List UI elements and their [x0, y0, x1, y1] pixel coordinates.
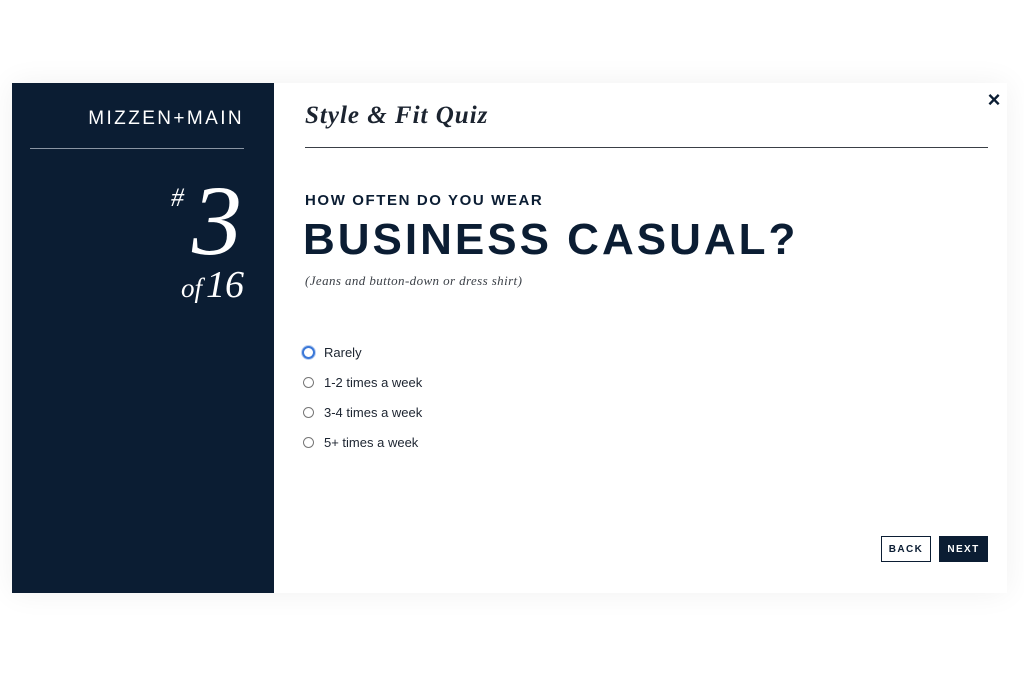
question-heading: BUSINESS CASUAL? [303, 215, 799, 264]
radio-button[interactable] [303, 376, 314, 388]
sidebar: MIZZEN+MAIN # 3 of 16 [12, 83, 274, 593]
option-label: Rarely [324, 344, 362, 360]
quiz-modal: MIZZEN+MAIN # 3 of 16 Style & Fit Quiz ×… [12, 83, 1007, 593]
option-1-2-times[interactable]: 1-2 times a week [303, 367, 422, 397]
title-divider [305, 147, 988, 148]
question-kicker: HOW OFTEN DO YOU WEAR [305, 192, 544, 209]
close-icon[interactable]: × [983, 87, 1005, 112]
quiz-content: Style & Fit Quiz × HOW OFTEN DO YOU WEAR… [274, 83, 1007, 593]
option-label: 1-2 times a week [324, 374, 423, 390]
option-5-plus-times[interactable]: 5+ times a week [303, 427, 422, 457]
progress-hash: # [171, 183, 184, 212]
option-rarely[interactable]: Rarely [302, 337, 422, 367]
progress-total-number: 16 [206, 264, 244, 306]
radio-button[interactable] [302, 345, 315, 359]
progress-total: of 16 [181, 263, 244, 307]
progress-current: 3 [192, 165, 242, 276]
answer-options: Rarely 1-2 times a week 3-4 times a week… [302, 337, 422, 457]
quiz-title: Style & Fit Quiz [305, 102, 489, 129]
radio-button[interactable] [303, 436, 314, 448]
brand-logo: MIZZEN+MAIN [88, 108, 244, 129]
sidebar-divider [30, 148, 244, 149]
back-button[interactable]: BACK [881, 536, 931, 562]
question-subtitle: (Jeans and button-down or dress shirt) [305, 273, 523, 288]
option-label: 5+ times a week [324, 434, 419, 450]
option-3-4-times[interactable]: 3-4 times a week [303, 397, 422, 427]
option-label: 3-4 times a week [324, 404, 423, 420]
progress-of-label: of [180, 273, 202, 303]
next-button[interactable]: NEXT [939, 536, 988, 562]
radio-button[interactable] [303, 406, 314, 418]
